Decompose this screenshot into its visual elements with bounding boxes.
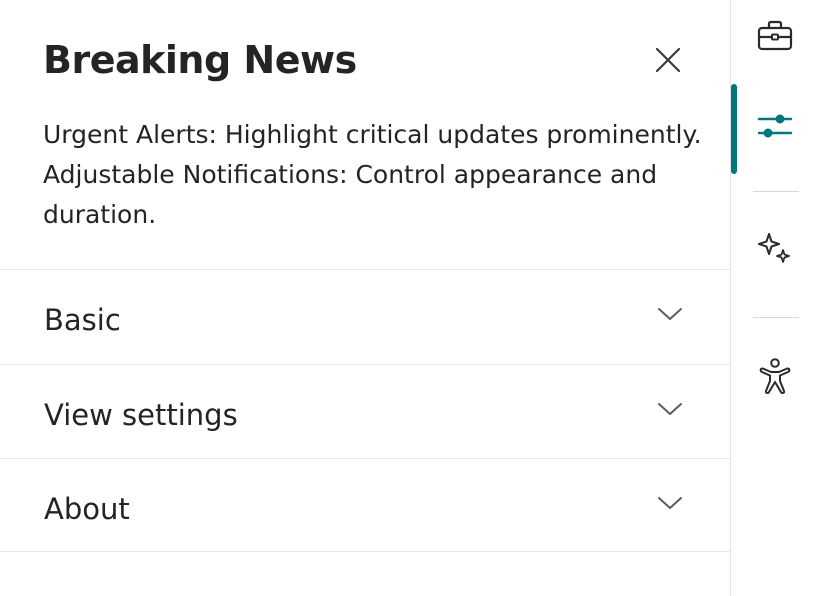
section-label: About [44, 492, 130, 526]
pane-title: Breaking News [43, 38, 357, 82]
close-icon [655, 47, 681, 73]
toolbox-button[interactable] [745, 6, 805, 66]
close-button[interactable] [648, 40, 688, 80]
chevron-down-icon [658, 497, 682, 509]
section-label: View settings [44, 398, 238, 432]
toolbox-icon [757, 20, 793, 51]
app-root: Breaking News Urgent Alerts: Highlight c… [0, 0, 820, 596]
chevron-down-icon [658, 403, 682, 415]
section-about[interactable]: About [0, 459, 730, 553]
section-label: Basic [44, 303, 121, 337]
accessibility-icon [759, 358, 791, 394]
property-pane: Breaking News Urgent Alerts: Highlight c… [0, 0, 730, 596]
pane-header: Breaking News Urgent Alerts: Highlight c… [0, 0, 730, 270]
rail-separator [753, 191, 799, 192]
accessibility-button[interactable] [745, 346, 805, 406]
design-ideas-button[interactable] [745, 218, 805, 278]
section-view-settings[interactable]: View settings [0, 365, 730, 459]
section-basic[interactable]: Basic [0, 270, 730, 364]
right-rail [731, 0, 820, 596]
rail-separator [753, 317, 799, 318]
chevron-down-icon [658, 308, 682, 320]
sparkle-icon [758, 233, 790, 263]
sliders-icon [757, 114, 793, 138]
divider [0, 551, 730, 552]
properties-button[interactable] [745, 96, 805, 156]
active-indicator [731, 84, 737, 174]
pane-description: Urgent Alerts: Highlight critical update… [43, 120, 702, 229]
